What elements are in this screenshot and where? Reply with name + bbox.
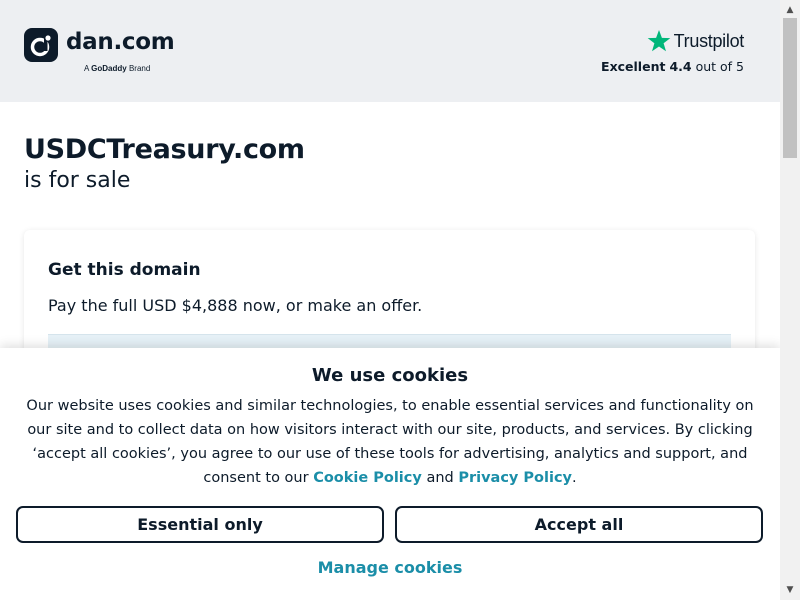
scrollbar-thumb[interactable]: [783, 18, 797, 158]
trustpilot-rating: Excellent 4.4 out of 5: [601, 59, 744, 74]
card-title: Get this domain: [48, 260, 201, 280]
trustpilot-widget[interactable]: Trustpilot Excellent 4.4 out of 5: [564, 28, 744, 74]
logo-tagline: A GoDaddy Brand: [84, 64, 151, 73]
cookie-banner: We use cookies Our website uses cookies …: [0, 348, 780, 600]
scrollbar[interactable]: ▲ ▼: [780, 0, 800, 600]
logo-text: dan.com: [66, 29, 175, 55]
cookie-body: Our website uses cookies and similar tec…: [14, 394, 766, 490]
domain-title: USDCTreasury.com: [24, 134, 305, 165]
cookie-and-text: and: [426, 470, 454, 486]
scroll-up-icon[interactable]: ▲: [780, 2, 800, 18]
accept-all-button[interactable]: Accept all: [395, 506, 763, 543]
privacy-policy-link[interactable]: Privacy Policy: [458, 470, 572, 486]
dan-logo-icon: [24, 28, 58, 62]
cookie-period: .: [572, 470, 577, 486]
header: dan.com A GoDaddy Brand Trustpilot Excel…: [0, 0, 780, 102]
manage-cookies-link[interactable]: Manage cookies: [0, 558, 780, 577]
cookie-policy-link[interactable]: Cookie Policy: [313, 470, 422, 486]
scroll-down-icon[interactable]: ▼: [780, 582, 800, 598]
cookie-title: We use cookies: [311, 365, 469, 386]
trustpilot-star-icon: [647, 30, 670, 52]
card-price-text: Pay the full USD $4,888 now, or make an …: [48, 296, 423, 315]
domain-subtitle: is for sale: [24, 168, 131, 193]
essential-only-button[interactable]: Essential only: [16, 506, 384, 543]
trustpilot-logo: Trustpilot: [564, 28, 744, 54]
page: dan.com A GoDaddy Brand Trustpilot Excel…: [0, 0, 780, 600]
trustpilot-brand: Trustpilot: [673, 30, 745, 51]
